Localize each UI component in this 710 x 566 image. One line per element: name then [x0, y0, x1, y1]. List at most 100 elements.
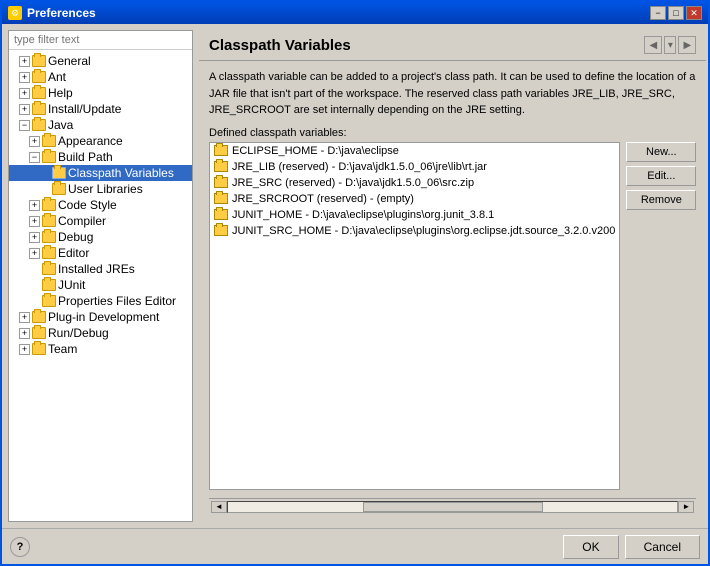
- expand-icon-team[interactable]: +: [19, 344, 30, 355]
- sidebar-item-label-code-style: Code Style: [58, 198, 117, 212]
- expand-icon-appearance[interactable]: +: [29, 136, 40, 147]
- expand-icon-editor[interactable]: +: [29, 248, 40, 259]
- classpath-list[interactable]: ECLIPSE_HOME - D:\java\eclipse JRE_LIB (…: [209, 142, 620, 491]
- folder-icon-properties-files-editor: [42, 295, 56, 307]
- expand-icon-compiler[interactable]: +: [29, 216, 40, 227]
- list-item[interactable]: JRE_LIB (reserved) - D:\java\jdk1.5.0_06…: [210, 159, 619, 175]
- list-item[interactable]: JRE_SRC (reserved) - D:\java\jdk1.5.0_06…: [210, 175, 619, 191]
- list-label: Defined classpath variables:: [209, 127, 696, 139]
- cp-folder-icon-3: [214, 193, 228, 204]
- folder-icon-editor: [42, 247, 56, 259]
- list-item[interactable]: ECLIPSE_HOME - D:\java\eclipse: [210, 143, 619, 159]
- sidebar-item-label-appearance: Appearance: [58, 134, 123, 148]
- content-area: + General + Ant + Help +: [2, 24, 708, 528]
- folder-icon-installed-jres: [42, 263, 56, 275]
- sidebar-item-classpath-variables[interactable]: Classpath Variables: [9, 165, 192, 181]
- list-item-label-0: ECLIPSE_HOME - D:\java\eclipse: [232, 145, 399, 157]
- sidebar-item-label-general: General: [48, 54, 91, 68]
- sidebar-item-compiler[interactable]: + Compiler: [9, 213, 192, 229]
- folder-icon-general: [32, 55, 46, 67]
- sidebar-item-junit[interactable]: JUnit: [9, 277, 192, 293]
- expand-icon-general[interactable]: +: [19, 56, 30, 67]
- expand-icon-code-style[interactable]: +: [29, 200, 40, 211]
- bottom-right-buttons: OK Cancel: [563, 535, 700, 559]
- sidebar-item-build-path[interactable]: − Build Path: [9, 149, 192, 165]
- sidebar-item-install-update[interactable]: + Install/Update: [9, 101, 192, 117]
- scrollbar-track[interactable]: [227, 501, 678, 513]
- expand-icon-install-update[interactable]: +: [19, 104, 30, 115]
- right-header: Classpath Variables ◀ ▾ ▶: [199, 30, 706, 61]
- folder-icon-build-path: [42, 151, 56, 163]
- scrollbar-area: ◄ ►: [209, 498, 696, 514]
- sidebar-item-user-libraries[interactable]: User Libraries: [9, 181, 192, 197]
- edit-button[interactable]: Edit...: [626, 166, 696, 186]
- expand-icon-java[interactable]: −: [19, 120, 30, 131]
- sidebar-item-label-properties-files-editor: Properties Files Editor: [58, 294, 176, 308]
- sidebar-item-java[interactable]: − Java: [9, 117, 192, 133]
- sidebar-item-general[interactable]: + General: [9, 53, 192, 69]
- left-panel: + General + Ant + Help +: [8, 30, 193, 522]
- sidebar-item-code-style[interactable]: + Code Style: [9, 197, 192, 213]
- folder-icon-run-debug: [32, 327, 46, 339]
- sidebar-item-label-team: Team: [48, 342, 77, 356]
- sidebar-item-installed-jres[interactable]: Installed JREs: [9, 261, 192, 277]
- expand-icon-debug[interactable]: +: [29, 232, 40, 243]
- folder-icon-user-libraries: [52, 183, 66, 195]
- cancel-button[interactable]: Cancel: [625, 535, 700, 559]
- expand-icon-build-path[interactable]: −: [29, 152, 40, 163]
- description-text: A classpath variable can be added to a p…: [209, 69, 696, 119]
- list-item-label-1: JRE_LIB (reserved) - D:\java\jdk1.5.0_06…: [232, 161, 487, 173]
- right-body: A classpath variable can be added to a p…: [199, 61, 706, 522]
- folder-icon-plug-in-development: [32, 311, 46, 323]
- help-button[interactable]: ?: [10, 537, 30, 557]
- expand-icon-help[interactable]: +: [19, 88, 30, 99]
- titlebar-left: ⚙ Preferences: [8, 6, 96, 20]
- sidebar-item-appearance[interactable]: + Appearance: [9, 133, 192, 149]
- sidebar-item-label-plug-in-development: Plug-in Development: [48, 310, 159, 324]
- sidebar-item-debug[interactable]: + Debug: [9, 229, 192, 245]
- folder-icon-junit: [42, 279, 56, 291]
- sidebar-item-label-junit: JUnit: [58, 278, 85, 292]
- close-button[interactable]: ✕: [686, 6, 702, 20]
- folder-icon-classpath-variables: [52, 167, 66, 179]
- sidebar-item-ant[interactable]: + Ant: [9, 69, 192, 85]
- sidebar-item-label-ant: Ant: [48, 70, 66, 84]
- cp-folder-icon-5: [214, 225, 228, 236]
- folder-icon-compiler: [42, 215, 56, 227]
- nav-buttons: ◀ ▾ ▶: [644, 36, 696, 54]
- list-item-label-5: JUNIT_SRC_HOME - D:\java\eclipse\plugins…: [232, 225, 615, 237]
- new-button[interactable]: New...: [626, 142, 696, 162]
- sidebar-item-label-help: Help: [48, 86, 73, 100]
- preferences-window: ⚙ Preferences − □ ✕ + General +: [0, 0, 710, 566]
- sidebar-item-plug-in-development[interactable]: + Plug-in Development: [9, 309, 192, 325]
- filter-input[interactable]: [9, 31, 192, 50]
- folder-icon-java: [32, 119, 46, 131]
- nav-back-button[interactable]: ◀: [644, 36, 662, 54]
- bottom-bar: ? OK Cancel: [2, 528, 708, 564]
- expand-icon-plug-in-development[interactable]: +: [19, 312, 30, 323]
- list-and-buttons: ECLIPSE_HOME - D:\java\eclipse JRE_LIB (…: [209, 142, 696, 491]
- nav-forward-button[interactable]: ▶: [678, 36, 696, 54]
- sidebar-item-help[interactable]: + Help: [9, 85, 192, 101]
- list-item[interactable]: JUNIT_SRC_HOME - D:\java\eclipse\plugins…: [210, 223, 619, 239]
- list-item-label-2: JRE_SRC (reserved) - D:\java\jdk1.5.0_06…: [232, 177, 474, 189]
- sidebar-item-run-debug[interactable]: + Run/Debug: [9, 325, 192, 341]
- remove-button[interactable]: Remove: [626, 190, 696, 210]
- list-item[interactable]: JUNIT_HOME - D:\java\eclipse\plugins\org…: [210, 207, 619, 223]
- scrollbar-thumb[interactable]: [363, 502, 543, 512]
- minimize-button[interactable]: −: [650, 6, 666, 20]
- scroll-left-button[interactable]: ◄: [211, 501, 227, 513]
- ok-button[interactable]: OK: [563, 535, 618, 559]
- sidebar-item-properties-files-editor[interactable]: Properties Files Editor: [9, 293, 192, 309]
- expand-icon-ant[interactable]: +: [19, 72, 30, 83]
- expand-icon-run-debug[interactable]: +: [19, 328, 30, 339]
- scroll-right-button[interactable]: ►: [678, 501, 694, 513]
- cp-folder-icon-4: [214, 209, 228, 220]
- sidebar-item-editor[interactable]: + Editor: [9, 245, 192, 261]
- sidebar-item-team[interactable]: + Team: [9, 341, 192, 357]
- folder-icon-appearance: [42, 135, 56, 147]
- list-item[interactable]: JRE_SRCROOT (reserved) - (empty): [210, 191, 619, 207]
- sidebar-item-label-debug: Debug: [58, 230, 93, 244]
- maximize-button[interactable]: □: [668, 6, 684, 20]
- nav-dropdown-button[interactable]: ▾: [664, 36, 676, 54]
